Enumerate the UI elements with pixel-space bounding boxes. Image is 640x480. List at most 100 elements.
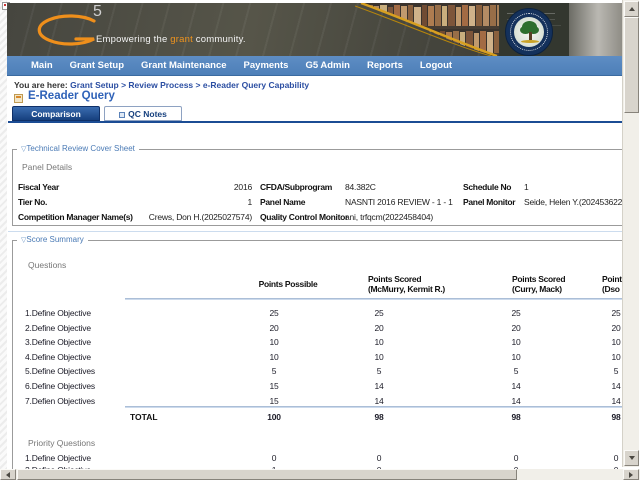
score-cell: 10 [482,337,550,347]
field-value-fiscal-year: 2016 [140,182,252,192]
page-left-texture [0,0,7,470]
question-label: 5.Define Objectives [25,366,95,376]
banner-right-wall [569,3,622,56]
total-cell: 100 [240,412,308,422]
vertical-scrollbar[interactable] [622,0,639,467]
score-cell: 15 [240,396,308,406]
score-cell: 25 [582,308,622,318]
question-label: 7.Defien Objectives [25,396,95,406]
score-cell: 14 [482,396,550,406]
field-label-quality-control-monitor: Quality Control Monitor [260,212,348,222]
score-cell: 5 [582,366,622,376]
nav-item-grant-setup[interactable]: Grant Setup [70,60,124,71]
field-value-quality-control-monitor: ani, trfqcm(2022458404) [345,212,433,222]
priority-score-cell: 0 [582,453,622,463]
field-label-cfda-subprogram: CFDA/Subprogram [260,182,332,192]
field-label-fiscal-year: Fiscal Year [18,182,59,192]
nav-item-payments[interactable]: Payments [244,60,289,71]
score-cell: 10 [345,337,413,347]
question-label: 2.Define Objective [25,323,91,333]
question-label: 4.Define Objective [25,352,91,362]
e-reader-query-icon [14,94,23,103]
header-rule [125,298,622,300]
nav-item-logout[interactable]: Logout [420,60,452,71]
tab-qc-notes[interactable]: QC Notes [104,106,182,121]
score-cell: 14 [582,381,622,391]
vertical-scrollbar-thumb[interactable] [624,17,639,113]
seal-center [514,17,544,47]
panel-details-heading: Panel Details [22,162,72,172]
nav-item-reports[interactable]: Reports [367,60,403,71]
score-cell: 10 [240,352,308,362]
score-cell: 10 [240,337,308,347]
column-header-line2: (Dso [602,285,622,295]
score-cell: 20 [240,323,308,333]
score-cell: 25 [345,308,413,318]
tab-comparison[interactable]: Comparison [12,106,100,121]
score-cell: 14 [482,381,550,391]
score-cell: 10 [482,352,550,362]
breadcrumb-separator: > [119,80,129,90]
score-cell: 25 [482,308,550,318]
scroll-down-button[interactable] [624,450,639,466]
qc-notes-icon [119,112,125,118]
field-value-tier-no: 1 [140,197,252,207]
arrow-right-icon [629,472,633,478]
question-label: 3.Define Objective [25,337,91,347]
cover-sheet-legend[interactable]: ▽Technical Review Cover Sheet [17,144,139,153]
total-rule [125,406,622,408]
question-label: 6.Define Objectives [25,381,95,391]
column-header-line2: (Curry, Mack) [512,285,565,295]
column-header-line2: (McMurry, Kermit R.) [368,285,445,295]
score-cell: 25 [240,308,308,318]
breadcrumb-path: Grant Setup > Review Process > e-Reader … [70,80,309,90]
breadcrumb: You are here: Grant Setup > Review Proce… [14,80,309,90]
breadcrumb-link-review-process[interactable]: Review Process [128,80,193,90]
breadcrumb-prefix: You are here: [14,80,68,90]
page-viewport: 5 Empowering the grant community. [0,0,622,470]
field-label-schedule-no: Schedule No [463,182,511,192]
scroll-up-button[interactable] [624,1,639,17]
scroll-left-button[interactable] [0,469,16,480]
column-header-scorer-2: Points Scored(Curry, Mack) [512,275,565,294]
total-label: TOTAL [130,412,158,422]
g5-logo-five: 5 [93,3,102,21]
score-cell: 14 [582,396,622,406]
priority-question-label: 1.Define Objective [25,453,91,463]
field-value-cfda-subprogram: 84.382C [345,182,376,192]
total-cell: 98 [582,412,622,422]
score-cell: 20 [482,323,550,333]
field-value-competition-manager-name-s: Crews, Don H.(2025027574) [140,212,252,222]
arrow-down-icon [629,456,635,460]
field-label-competition-manager-name-s: Competition Manager Name(s) [18,212,133,222]
arrow-left-icon [6,472,10,478]
score-summary-legend[interactable]: ▽Score Summary [17,235,88,244]
scroll-right-button[interactable] [623,469,639,480]
score-cell: 15 [240,381,308,391]
navbar: Main Grant Setup Grant Maintenance Payments… [7,56,622,76]
nav-item-g5-admin[interactable]: G5 Admin [305,60,350,71]
column-header-scorer-3: Points Scored(Dso [602,275,622,294]
section-divider [8,231,622,232]
priority-score-cell: 0 [345,453,413,463]
g5-logo-icon [27,10,99,50]
total-cell: 98 [345,412,413,422]
score-cell: 5 [482,366,550,376]
department-of-education-seal [505,8,553,56]
horizontal-scrollbar-thumb[interactable] [17,469,517,480]
breadcrumb-link-grant-setup[interactable]: Grant Setup [70,80,119,90]
total-cell: 98 [482,412,550,422]
page-title: E-Reader Query [28,90,115,102]
field-label-tier-no: Tier No. [18,197,47,207]
score-cell: 14 [345,381,413,391]
question-label: 1.Define Objective [25,308,91,318]
score-cell: 20 [582,323,622,333]
field-value-panel-monitor: Seide, Helen Y.(2024536223 [524,197,622,207]
breadcrumb-link-e-reader-query-capability[interactable]: e-Reader Query Capability [203,80,309,90]
priority-score-cell: 0 [482,453,550,463]
tab-underline [8,121,622,123]
nav-item-main[interactable]: Main [31,60,53,71]
horizontal-scrollbar[interactable] [0,469,640,480]
nav-item-grant-maintenance[interactable]: Grant Maintenance [141,60,227,71]
score-cell: 10 [582,352,622,362]
